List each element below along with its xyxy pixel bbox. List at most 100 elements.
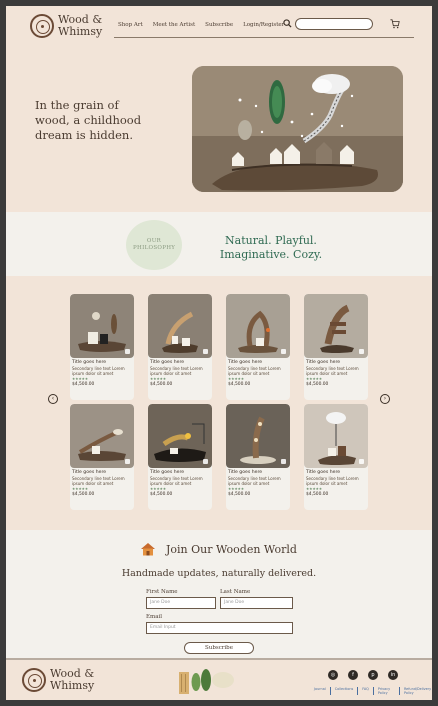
product-image[interactable] bbox=[226, 404, 290, 468]
favorite-icon[interactable] bbox=[281, 349, 286, 354]
footer-link-journal[interactable]: Journal bbox=[314, 687, 326, 695]
favorite-icon[interactable] bbox=[203, 459, 208, 464]
newsletter-subtitle: Handmade updates, naturally delivered. bbox=[121, 568, 317, 579]
philosophy-text: Natural. Playful. Imaginative. Cozy. bbox=[219, 234, 323, 261]
product-price: $4,500.00 bbox=[150, 491, 173, 497]
search-icon[interactable] bbox=[283, 19, 292, 28]
product-info: Title goes here Secondary line text Lorem… bbox=[226, 358, 290, 390]
product-description: Secondary line text Lorem ipsum dolor si… bbox=[150, 476, 203, 487]
last-name-label: Last Name bbox=[220, 589, 251, 595]
house-icon bbox=[141, 543, 155, 556]
nav-shop-art[interactable]: Shop Art bbox=[118, 22, 143, 28]
product-card[interactable]: Title goes here Secondary line text Lorem… bbox=[304, 294, 368, 400]
product-description: Secondary line text Lorem ipsum dolor si… bbox=[72, 366, 125, 377]
logo-text: Wood & Whimsy bbox=[58, 14, 102, 38]
product-card[interactable]: Title goes here Secondary line text Lorem… bbox=[70, 404, 134, 510]
product-price: $4,500.00 bbox=[228, 381, 251, 387]
product-card[interactable]: Title goes here Secondary line text Lorem… bbox=[148, 404, 212, 510]
product-description: Secondary line text Lorem ipsum dolor si… bbox=[72, 476, 125, 487]
wood-ring-logo-icon bbox=[30, 14, 54, 38]
product-info: Title goes here Secondary line text Lorem… bbox=[226, 468, 290, 500]
product-image[interactable] bbox=[148, 404, 212, 468]
nav-meet-the-artist[interactable]: Meet the Artist bbox=[153, 22, 195, 28]
product-image[interactable] bbox=[304, 294, 368, 358]
footer-link-faq[interactable]: FAQ bbox=[357, 687, 369, 695]
newsletter-title: Join Our Wooden World bbox=[166, 542, 297, 556]
newsletter-section: Join Our Wooden World Handmade updates, … bbox=[6, 530, 432, 658]
main-nav: Shop Art Meet the Artist Subscribe Login… bbox=[118, 22, 284, 28]
product-image[interactable] bbox=[70, 404, 134, 468]
search-input[interactable] bbox=[295, 18, 373, 30]
product-card[interactable]: Title goes here Secondary line text Lorem… bbox=[226, 294, 290, 400]
footer-logo-text: Wood & Whimsy bbox=[50, 668, 94, 692]
instagram-icon[interactable]: ◎ bbox=[328, 670, 338, 680]
product-card[interactable]: Title goes here Secondary line text Lorem… bbox=[148, 294, 212, 400]
page: Wood & Whimsy Shop Art Meet the Artist S… bbox=[6, 6, 432, 700]
product-image[interactable] bbox=[148, 294, 212, 358]
pinterest-icon[interactable]: p bbox=[368, 670, 378, 680]
favorite-icon[interactable] bbox=[125, 459, 130, 464]
product-card[interactable]: Title goes here Secondary line text Lorem… bbox=[226, 404, 290, 510]
product-description: Secondary line text Lorem ipsum dolor si… bbox=[306, 476, 359, 487]
product-description: Secondary line text Lorem ipsum dolor si… bbox=[306, 366, 359, 377]
footer-link-refund[interactable]: Refund/Delivery Policy bbox=[398, 687, 432, 695]
philosophy-badge-text: OUR PHILOSOPHY bbox=[133, 238, 176, 251]
product-info: Title goes here Secondary line text Lorem… bbox=[148, 358, 212, 390]
nav-subscribe[interactable]: Subscribe bbox=[205, 22, 233, 28]
product-price: $4,500.00 bbox=[150, 381, 173, 387]
facebook-icon[interactable]: f bbox=[348, 670, 358, 680]
email-field[interactable]: Email Input bbox=[146, 622, 293, 634]
subscribe-button[interactable]: Subscribe bbox=[184, 642, 254, 654]
product-image[interactable] bbox=[70, 294, 134, 358]
logo[interactable]: Wood & Whimsy bbox=[30, 14, 102, 38]
product-image[interactable] bbox=[226, 294, 290, 358]
product-card[interactable]: Title goes here Secondary line text Lorem… bbox=[304, 404, 368, 510]
product-description: Secondary line text Lorem ipsum dolor si… bbox=[228, 366, 281, 377]
product-description: Secondary line text Lorem ipsum dolor si… bbox=[150, 366, 203, 377]
hero-tagline: In the grain of wood, a childhood dream … bbox=[35, 98, 142, 142]
product-grid: Title goes here Secondary line text Lorem… bbox=[70, 294, 368, 510]
hero-image bbox=[192, 66, 403, 192]
footer-link-collections[interactable]: Collections bbox=[329, 687, 353, 695]
philosophy-badge: OUR PHILOSOPHY bbox=[126, 220, 182, 270]
favorite-icon[interactable] bbox=[203, 349, 208, 354]
logo-line-2: Whimsy bbox=[58, 25, 103, 38]
favorite-icon[interactable] bbox=[281, 459, 286, 464]
footer-links: Journal Collections FAQ Privacy Policy R… bbox=[314, 687, 432, 695]
footer-trees-illustration bbox=[179, 669, 234, 694]
footer-wood-ring-logo-icon bbox=[22, 668, 46, 692]
carousel-next-arrow-icon[interactable]: › bbox=[380, 394, 390, 404]
product-price: $4,500.00 bbox=[72, 381, 95, 387]
newsletter-title-row: Join Our Wooden World bbox=[140, 542, 297, 556]
product-price: $4,500.00 bbox=[72, 491, 95, 497]
carousel-prev-arrow-icon[interactable]: ‹ bbox=[48, 394, 58, 404]
product-info: Title goes here Secondary line text Lorem… bbox=[148, 468, 212, 500]
nav-divider bbox=[114, 37, 414, 38]
philosophy-section: OUR PHILOSOPHY Natural. Playful. Imagina… bbox=[6, 212, 432, 276]
email-label: Email bbox=[146, 614, 163, 620]
first-name-field[interactable]: Jane Doe bbox=[146, 597, 216, 609]
nav-login-register[interactable]: Login/Register bbox=[243, 22, 284, 28]
header: Wood & Whimsy Shop Art Meet the Artist S… bbox=[6, 6, 432, 48]
favorite-icon[interactable] bbox=[359, 459, 364, 464]
product-gallery: ‹ › Title goes here Secondary line text L… bbox=[6, 276, 432, 530]
favorite-icon[interactable] bbox=[125, 349, 130, 354]
product-price: $4,500.00 bbox=[306, 491, 329, 497]
linkedin-icon[interactable]: in bbox=[388, 670, 398, 680]
product-card[interactable]: Title goes here Secondary line text Lorem… bbox=[70, 294, 134, 400]
first-name-label: First Name bbox=[146, 589, 178, 595]
footer-logo[interactable]: Wood & Whimsy bbox=[22, 668, 94, 692]
footer: Wood & Whimsy ◎ f p in Journal Collectio… bbox=[6, 658, 432, 700]
product-image[interactable] bbox=[304, 404, 368, 468]
product-info: Title goes here Secondary line text Lorem… bbox=[304, 468, 368, 500]
footer-link-privacy[interactable]: Privacy Policy bbox=[372, 687, 395, 695]
last-name-field[interactable]: Jane Doe bbox=[220, 597, 293, 609]
cart-icon[interactable] bbox=[390, 19, 400, 29]
product-info: Title goes here Secondary line text Lorem… bbox=[70, 468, 134, 500]
product-description: Secondary line text Lorem ipsum dolor si… bbox=[228, 476, 281, 487]
favorite-icon[interactable] bbox=[359, 349, 364, 354]
footer-logo-line-2: Whimsy bbox=[50, 679, 95, 692]
product-info: Title goes here Secondary line text Lorem… bbox=[70, 358, 134, 390]
product-info: Title goes here Secondary line text Lorem… bbox=[304, 358, 368, 390]
hero-artwork-image bbox=[192, 66, 403, 192]
